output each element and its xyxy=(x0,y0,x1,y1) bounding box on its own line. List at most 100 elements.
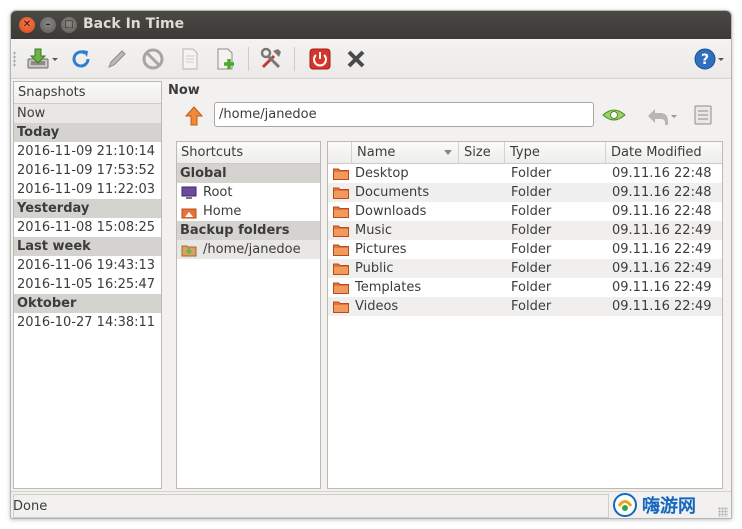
folder-icon xyxy=(333,187,349,199)
file-date-cell: 09.11.16 22:49 xyxy=(612,242,712,257)
file-row[interactable]: Templates Folder 09.11.16 22:49 xyxy=(328,278,722,297)
help-icon: ? xyxy=(694,48,724,70)
file-name: Public xyxy=(355,261,394,276)
snapshot-item[interactable]: 2016-11-06 19:43:13 xyxy=(14,256,161,275)
view-last-log-button[interactable] xyxy=(213,46,239,72)
snapshot-group-header: Last week xyxy=(14,237,161,256)
file-name: Videos xyxy=(355,299,399,314)
snapshot-item[interactable]: 2016-11-09 11:22:03 xyxy=(14,180,161,199)
shortcut-item[interactable]: Home xyxy=(177,202,320,221)
file-row[interactable]: Downloads Folder 09.11.16 22:48 xyxy=(328,202,722,221)
snapshot-item[interactable]: 2016-11-08 15:08:25 xyxy=(14,218,161,237)
window-maximize-button[interactable]: □ xyxy=(61,17,77,33)
watermark-logo-icon xyxy=(613,493,637,517)
name-column-header[interactable]: Name xyxy=(352,142,459,163)
sort-descending-icon xyxy=(444,150,452,155)
refresh-button[interactable] xyxy=(68,46,94,72)
shortcut-item[interactable]: /home/janedoe xyxy=(177,240,320,259)
file-date-cell: 09.11.16 22:48 xyxy=(612,185,712,200)
file-type-cell: Folder xyxy=(511,242,552,257)
file-name: Music xyxy=(355,223,392,238)
restore-button[interactable] xyxy=(646,105,678,127)
icon-column-header[interactable] xyxy=(328,142,352,163)
view-log-button[interactable] xyxy=(177,46,203,72)
shortcut-label: Home xyxy=(203,204,242,219)
snapshot-group-header: Today xyxy=(14,123,161,142)
file-row[interactable]: Desktop Folder 09.11.16 22:48 xyxy=(328,164,722,183)
file-list-header: Name Size Type Date Modified xyxy=(328,142,722,164)
file-date-cell: 09.11.16 22:49 xyxy=(612,280,712,295)
file-name: Downloads xyxy=(355,204,427,219)
edit-button[interactable] xyxy=(104,46,130,72)
snapshot-item[interactable]: 2016-11-05 16:25:47 xyxy=(14,275,161,294)
file-type-cell: Folder xyxy=(511,280,552,295)
window-minimize-button[interactable]: – xyxy=(40,17,56,33)
snapshots-list: Snapshots Now Today 2016-11-09 21:10:14 201… xyxy=(13,81,162,489)
snapshot-item[interactable]: 2016-11-09 21:10:14 xyxy=(14,142,161,161)
shortcut-label: Root xyxy=(203,185,233,200)
file-date-cell: 09.11.16 22:48 xyxy=(612,166,712,181)
snapshot-item[interactable]: Now xyxy=(14,104,161,123)
take-snapshot-button[interactable] xyxy=(23,46,61,72)
file-date-cell: 09.11.16 22:49 xyxy=(612,223,712,238)
file-name-cell: Videos xyxy=(328,297,459,316)
file-name-cell: Templates xyxy=(328,278,459,297)
status-frame xyxy=(13,494,609,518)
shortcuts-panel: Shortcuts Global Root Home Backup folders/h… xyxy=(176,141,321,489)
shortcut-group-header: Backup folders xyxy=(177,221,320,240)
file-date-cell: 09.11.16 22:49 xyxy=(612,299,712,314)
shutdown-icon xyxy=(309,48,331,70)
path-input[interactable] xyxy=(214,102,594,127)
file-date-cell: 09.11.16 22:48 xyxy=(612,204,712,219)
view-last-log-icon xyxy=(217,48,234,70)
shortcut-group-header: Global xyxy=(177,164,320,183)
folder-icon xyxy=(333,282,349,294)
file-row[interactable]: Public Folder 09.11.16 22:49 xyxy=(328,259,722,278)
window-close-button[interactable]: ✕ xyxy=(19,17,35,33)
size-column-header[interactable]: Size xyxy=(459,142,505,163)
toolbar-separator xyxy=(294,47,295,71)
file-name: Documents xyxy=(355,185,430,200)
date-column-header[interactable]: Date Modified xyxy=(606,142,722,163)
file-row[interactable]: Music Folder 09.11.16 22:49 xyxy=(328,221,722,240)
window-title: Back In Time xyxy=(83,16,185,32)
show-hidden-button[interactable] xyxy=(601,106,627,124)
file-name: Pictures xyxy=(355,242,407,257)
file-type-cell: Folder xyxy=(511,166,552,181)
file-row[interactable]: Pictures Folder 09.11.16 22:49 xyxy=(328,240,722,259)
shutdown-button[interactable] xyxy=(307,46,333,72)
file-name-cell: Public xyxy=(328,259,459,278)
file-list: Name Size Type Date Modified Desktop Fold… xyxy=(327,141,723,489)
snapshots-header[interactable]: Snapshots xyxy=(14,82,161,104)
app-window: ✕ – □ Back In Time ? Snapshots Now Today… xyxy=(10,10,732,519)
file-row[interactable]: Videos Folder 09.11.16 22:49 xyxy=(328,297,722,316)
file-type-cell: Folder xyxy=(511,185,552,200)
svg-text:?: ? xyxy=(701,52,709,68)
list-icon xyxy=(694,105,712,125)
edit-icon xyxy=(108,50,126,68)
shortcut-label: Backup folders xyxy=(180,223,290,238)
name-column-label: Name xyxy=(357,145,396,160)
file-row[interactable]: Documents Folder 09.11.16 22:48 xyxy=(328,183,722,202)
file-date-cell: 09.11.16 22:49 xyxy=(612,261,712,276)
exit-button[interactable] xyxy=(343,46,369,72)
folder-icon xyxy=(333,206,349,218)
type-column-header[interactable]: Type xyxy=(505,142,606,163)
shortcut-item[interactable]: Root xyxy=(177,183,320,202)
file-name-cell: Downloads xyxy=(328,202,459,221)
toolbar-grip[interactable] xyxy=(13,51,16,67)
shortcuts-header[interactable]: Shortcuts xyxy=(177,142,320,164)
snapshot-item[interactable]: 2016-11-09 17:53:52 xyxy=(14,161,161,180)
help-button[interactable]: ? xyxy=(693,46,727,72)
folder-up-button[interactable] xyxy=(183,105,205,127)
view-log-icon xyxy=(182,48,198,70)
snapshot-item[interactable]: 2016-10-27 14:38:11 xyxy=(14,313,161,332)
snapshots-dialog-button[interactable] xyxy=(692,104,714,126)
shortcuts-rows: Global Root Home Backup folders/home/janedo… xyxy=(177,164,320,259)
snapshots-rows: Now Today 2016-11-09 21:10:14 2016-11-09 17… xyxy=(14,104,161,332)
folder-icon xyxy=(333,263,349,275)
exit-icon xyxy=(347,50,365,68)
remove-snapshot-button[interactable] xyxy=(140,46,166,72)
settings-button[interactable] xyxy=(258,46,284,72)
home-icon-wrap xyxy=(181,205,197,219)
